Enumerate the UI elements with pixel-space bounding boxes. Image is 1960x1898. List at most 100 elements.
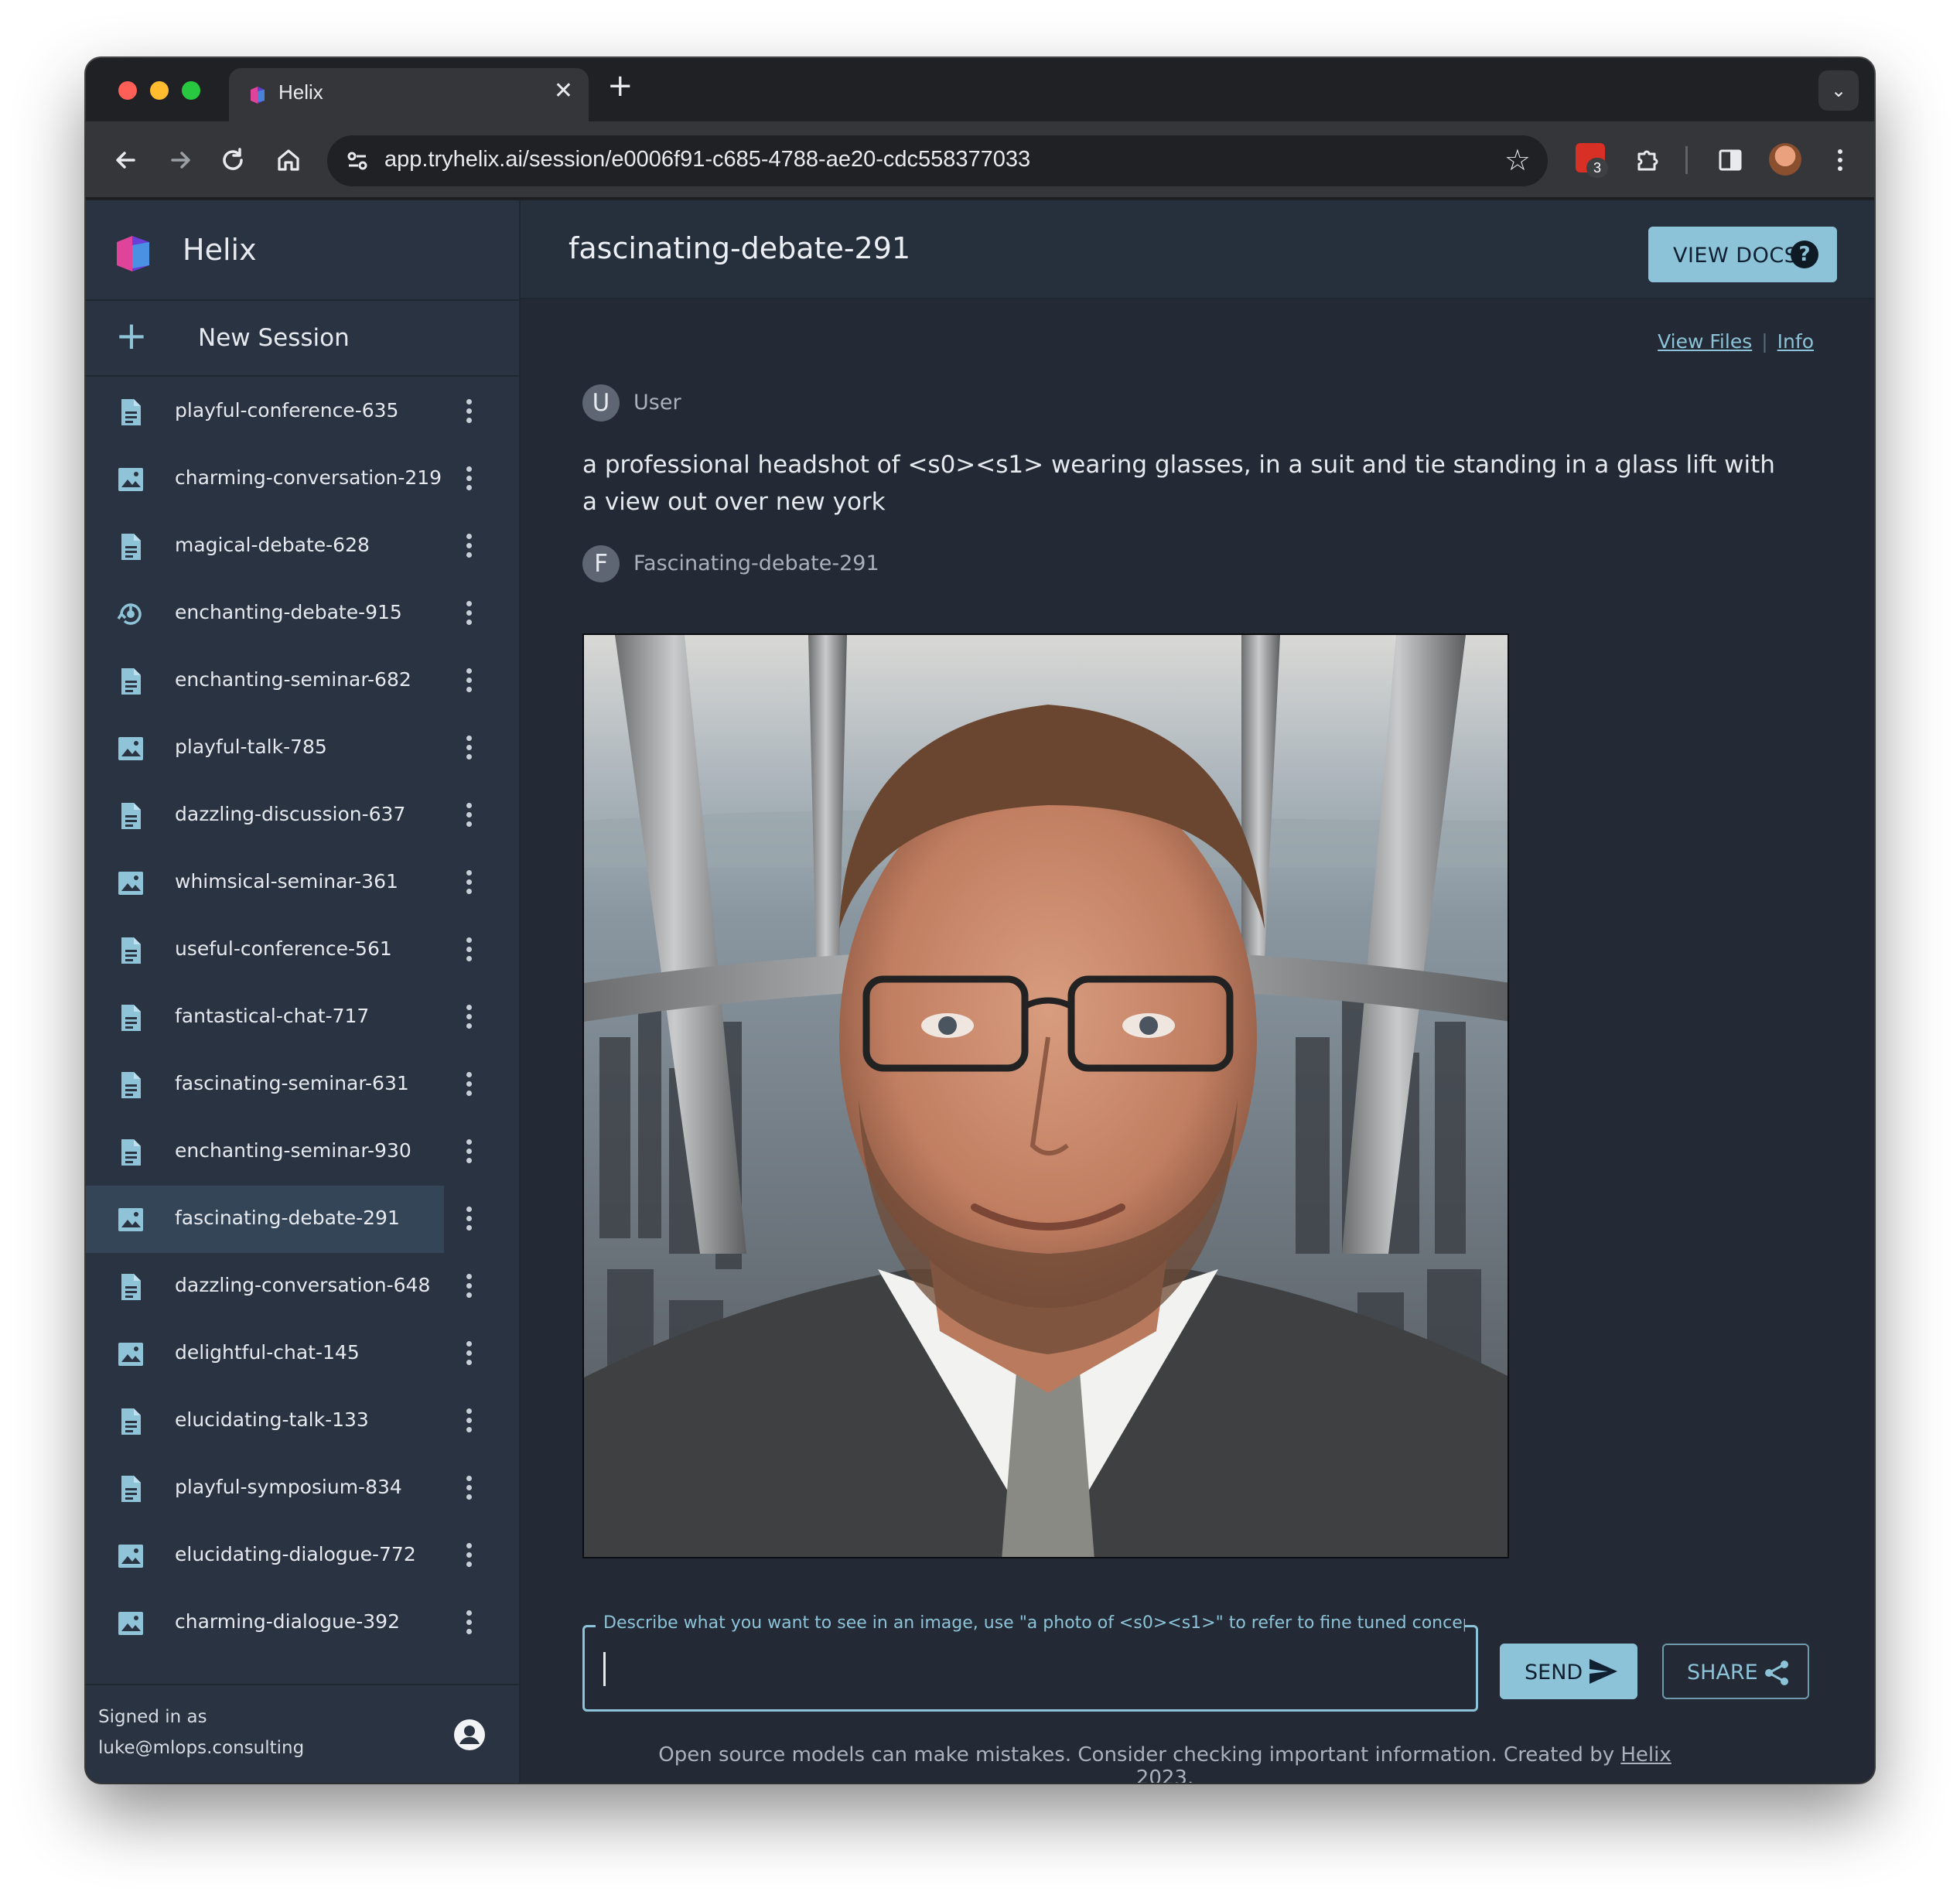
session-item[interactable]: delightful-chat-145: [86, 1320, 519, 1388]
close-tab-icon[interactable]: ✕: [554, 77, 573, 104]
prompt-placeholder: Describe what you want to see in an imag…: [596, 1613, 1465, 1633]
document-icon: [115, 666, 146, 697]
maximize-window-button[interactable]: [182, 81, 200, 100]
generated-image[interactable]: [582, 633, 1509, 1558]
more-options-icon[interactable]: [465, 1472, 473, 1506]
back-icon[interactable]: [109, 143, 143, 177]
session-item[interactable]: charming-conversation-219: [86, 445, 519, 513]
toolbar-divider: [1685, 146, 1688, 174]
helix-app: Helix + New Session playful-conference-6…: [86, 200, 1874, 1783]
link-separator: |: [1761, 330, 1768, 353]
help-icon: ?: [1791, 241, 1818, 268]
more-options-icon[interactable]: [465, 866, 473, 900]
session-item[interactable]: whimsical-seminar-361: [86, 849, 519, 917]
session-label: playful-conference-635: [175, 399, 399, 422]
more-options-icon[interactable]: [465, 597, 473, 631]
document-icon: [115, 801, 146, 831]
session-item[interactable]: useful-conference-561: [86, 917, 519, 984]
url-text: app.tryhelix.ai/session/e0006f91-c685-47…: [384, 147, 1031, 172]
info-link[interactable]: Info: [1777, 330, 1814, 353]
session-label: whimsical-seminar-361: [175, 870, 398, 893]
session-item[interactable]: dazzling-conversation-648: [86, 1253, 519, 1320]
session-item[interactable]: fantastical-chat-717: [86, 984, 519, 1051]
browser-menu-icon[interactable]: [1823, 143, 1857, 177]
share-button[interactable]: SHARE: [1662, 1644, 1809, 1699]
session-item[interactable]: enchanting-seminar-682: [86, 647, 519, 715]
assistant-name: Fascinating-debate-291: [633, 551, 879, 575]
account-circle-icon[interactable]: [452, 1718, 487, 1752]
more-options-icon[interactable]: [465, 1337, 473, 1371]
new-tab-button[interactable]: +: [607, 70, 633, 101]
account-footer: Signed in as luke@mlops.consulting: [86, 1684, 519, 1783]
brand-name: Helix: [183, 233, 257, 267]
address-bar[interactable]: app.tryhelix.ai/session/e0006f91-c685-47…: [327, 135, 1548, 186]
brand-header[interactable]: Helix: [86, 200, 519, 301]
assistant-avatar: F: [582, 545, 620, 582]
view-files-link[interactable]: View Files: [1658, 330, 1752, 353]
browser-tab[interactable]: Helix ✕: [229, 68, 589, 121]
more-options-icon[interactable]: [465, 934, 473, 968]
session-item[interactable]: fascinating-seminar-631: [86, 1051, 519, 1118]
session-item[interactable]: fascinating-debate-291: [86, 1186, 519, 1253]
home-icon[interactable]: [271, 143, 306, 177]
view-docs-button[interactable]: VIEW DOCS ?: [1648, 227, 1837, 282]
site-settings-icon[interactable]: [343, 146, 372, 176]
session-label: enchanting-debate-915: [175, 601, 402, 623]
session-label: delightful-chat-145: [175, 1341, 360, 1364]
session-item[interactable]: playful-conference-635: [86, 378, 519, 445]
more-options-icon[interactable]: [465, 530, 473, 564]
sidebar: Helix + New Session playful-conference-6…: [86, 200, 521, 1783]
side-panel-icon[interactable]: [1713, 143, 1747, 177]
forward-icon[interactable]: [163, 143, 197, 177]
session-label: elucidating-talk-133: [175, 1408, 369, 1431]
tab-search-button[interactable]: ⌄: [1818, 70, 1859, 111]
signed-in-label: Signed in as: [98, 1707, 207, 1727]
session-label: fantastical-chat-717: [175, 1005, 370, 1027]
more-options-icon[interactable]: [465, 1135, 473, 1169]
prompt-input[interactable]: Describe what you want to see in an imag…: [582, 1613, 1478, 1712]
more-options-icon[interactable]: [465, 732, 473, 766]
main-panel: fascinating-debate-291 VIEW DOCS ? View …: [521, 200, 1874, 1783]
session-links: View Files | Info: [1658, 330, 1814, 353]
session-item[interactable]: playful-talk-785: [86, 715, 519, 782]
more-options-icon[interactable]: [465, 799, 473, 833]
more-options-icon[interactable]: [465, 463, 473, 497]
more-options-icon[interactable]: [465, 1405, 473, 1439]
session-item[interactable]: elucidating-talk-133: [86, 1388, 519, 1455]
more-options-icon[interactable]: [465, 395, 473, 429]
reload-icon[interactable]: [216, 143, 250, 177]
session-item[interactable]: elucidating-dialogue-772: [86, 1522, 519, 1589]
document-icon: [115, 1473, 146, 1504]
more-options-icon[interactable]: [465, 1539, 473, 1573]
helix-footer-link[interactable]: Helix: [1620, 1743, 1671, 1767]
session-item[interactable]: dazzling-discussion-637: [86, 782, 519, 849]
share-icon: [1765, 1661, 1788, 1685]
session-item[interactable]: enchanting-debate-915: [86, 580, 519, 647]
session-label: charming-conversation-219: [175, 466, 442, 489]
more-options-icon[interactable]: [465, 1606, 473, 1640]
close-window-button[interactable]: [118, 81, 137, 100]
bookmark-star-icon[interactable]: ☆: [1504, 143, 1531, 177]
session-label: dazzling-conversation-648: [175, 1274, 431, 1296]
share-label: SHARE: [1687, 1661, 1758, 1685]
document-icon: [115, 935, 146, 966]
more-options-icon[interactable]: [465, 1270, 473, 1304]
session-item[interactable]: enchanting-seminar-930: [86, 1118, 519, 1186]
session-item[interactable]: playful-symposium-834: [86, 1455, 519, 1522]
profile-avatar[interactable]: [1769, 143, 1801, 176]
helix-logo-icon: [117, 236, 149, 271]
session-label: fascinating-seminar-631: [175, 1072, 409, 1094]
new-session-button[interactable]: + New Session: [86, 301, 519, 377]
send-button[interactable]: SEND: [1500, 1644, 1637, 1699]
more-options-icon[interactable]: [465, 1068, 473, 1102]
more-options-icon[interactable]: [465, 1203, 473, 1237]
minimize-window-button[interactable]: [150, 81, 169, 100]
extensions-puzzle-icon[interactable]: [1630, 143, 1664, 177]
more-options-icon[interactable]: [465, 664, 473, 698]
document-icon: [115, 1272, 146, 1302]
session-label: enchanting-seminar-682: [175, 668, 411, 691]
session-label: playful-symposium-834: [175, 1476, 402, 1498]
session-item[interactable]: magical-debate-628: [86, 513, 519, 580]
session-item[interactable]: charming-dialogue-392: [86, 1589, 519, 1657]
more-options-icon[interactable]: [465, 1001, 473, 1035]
